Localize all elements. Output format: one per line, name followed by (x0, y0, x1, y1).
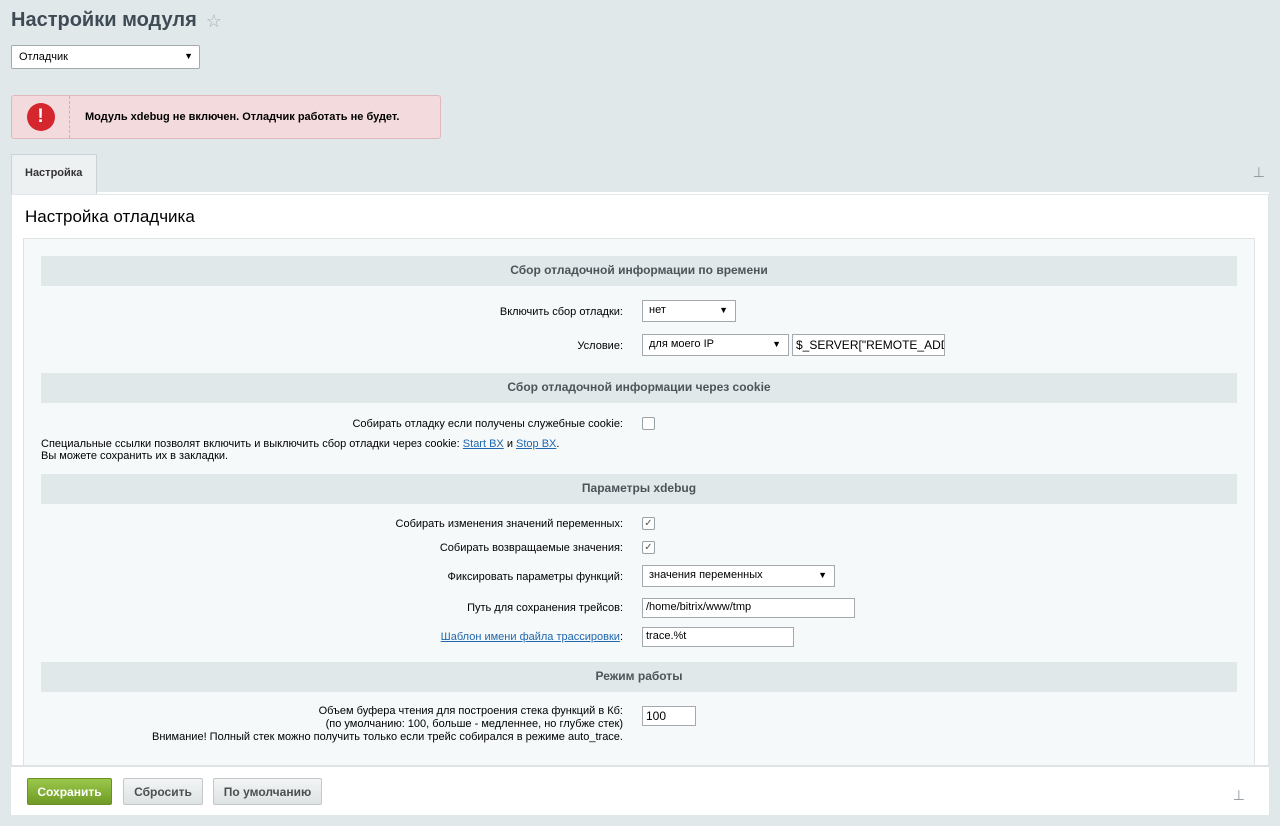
cookie-note: Специальные ссылки позволят включить и в… (41, 438, 559, 462)
buffer-label-line3: Внимание! Полный стек можно получить тол… (152, 731, 623, 743)
buffer-label-line1: Объем буфера чтения для построения стека… (318, 705, 623, 717)
func-params-select[interactable]: значения переменных ▼ (642, 565, 835, 587)
trace-template-colon: : (619, 631, 623, 643)
default-button[interactable]: По умолчанию (213, 778, 322, 805)
trace-path-label: Путь для сохранения трейсов: (467, 602, 623, 614)
star-icon[interactable]: ☆ (206, 11, 222, 31)
cookie-note-line2: Вы можете сохранить их в закладки. (41, 450, 229, 462)
func-params-label: Фиксировать параметры функций: (447, 571, 623, 583)
trace-path-input[interactable]: /home/bitrix/www/tmp (642, 598, 855, 618)
save-button[interactable]: Сохранить (27, 778, 112, 805)
condition-value: для моего IP (649, 338, 714, 350)
collect-returns-label: Собирать возвращаемые значения: (439, 542, 623, 554)
collect-returns-checkbox[interactable]: ✓ (642, 541, 655, 554)
trace-template-link[interactable]: Шаблон имени файла трассировки (441, 631, 620, 643)
chevron-down-icon: ▼ (772, 339, 781, 349)
stop-bx-link[interactable]: Stop BX (516, 438, 556, 450)
error-alert: ! Модуль xdebug не включен. Отладчик раб… (11, 95, 441, 139)
page-title: Настройки модуля (11, 9, 197, 31)
section-mode-header: Режим работы (41, 662, 1237, 692)
page-header: Настройки модуля ☆ (11, 9, 222, 32)
form-footer: Сохранить Сбросить По умолчанию ⊥ (11, 766, 1269, 815)
buffer-label-line2: (по умолчанию: 100, больше - медленнее, … (325, 718, 623, 730)
enable-debug-select[interactable]: нет ▼ (642, 300, 736, 322)
condition-label: Условие: (577, 340, 623, 352)
pin-icon[interactable]: ⊥ (1233, 787, 1245, 804)
collect-vars-label: Собирать изменения значений переменных: (395, 518, 623, 530)
panel-title: Настройка отладчика (25, 207, 195, 226)
pin-icon[interactable]: ⊥ (1253, 164, 1265, 181)
settings-form: Сбор отладочной информации по времени Вк… (23, 238, 1255, 765)
buffer-size-label: Объем буфера чтения для построения стека… (152, 705, 623, 744)
condition-expression-input[interactable]: $_SERVER["REMOTE_ADD (792, 334, 945, 356)
section-cookie-header: Сбор отладочной информации через cookie (41, 373, 1237, 403)
cookie-collect-label: Собирать отладку если получены служебные… (352, 418, 623, 430)
func-params-value: значения переменных (649, 569, 763, 581)
module-select-value: Отладчик (19, 51, 68, 63)
alert-icon-wrap: ! (12, 96, 70, 138)
enable-debug-label: Включить сбор отладки: (499, 306, 623, 318)
trace-template-input[interactable]: trace.%t (642, 627, 794, 647)
chevron-down-icon: ▼ (719, 305, 728, 315)
error-icon: ! (26, 103, 55, 131)
cookie-note-dot: . (556, 438, 560, 450)
section-xdebug-header: Параметры xdebug (41, 474, 1237, 504)
section-time-header: Сбор отладочной информации по времени (41, 256, 1237, 286)
buffer-size-input[interactable]: 100 (642, 706, 696, 726)
tab-bar: Настройка ⊥ (11, 154, 1269, 194)
module-select[interactable]: Отладчик ▼ (11, 45, 200, 69)
condition-select[interactable]: для моего IP ▼ (642, 334, 789, 356)
cookie-note-and: и (503, 438, 517, 450)
start-bx-link[interactable]: Start BX (463, 438, 504, 450)
alert-text: Модуль xdebug не включен. Отладчик работ… (85, 111, 400, 123)
reset-button[interactable]: Сбросить (123, 778, 203, 805)
chevron-down-icon: ▼ (184, 51, 193, 61)
trace-template-label: Шаблон имени файла трассировки: (441, 631, 623, 643)
cookie-note-text: Специальные ссылки позволят включить и в… (41, 438, 463, 450)
cookie-collect-checkbox[interactable] (642, 417, 655, 430)
collect-vars-checkbox[interactable]: ✓ (642, 517, 655, 530)
tab-settings[interactable]: Настройка (11, 154, 97, 194)
settings-panel: Настройка отладчика Сбор отладочной инфо… (11, 195, 1269, 766)
enable-debug-value: нет (649, 304, 666, 316)
chevron-down-icon: ▼ (818, 570, 827, 580)
